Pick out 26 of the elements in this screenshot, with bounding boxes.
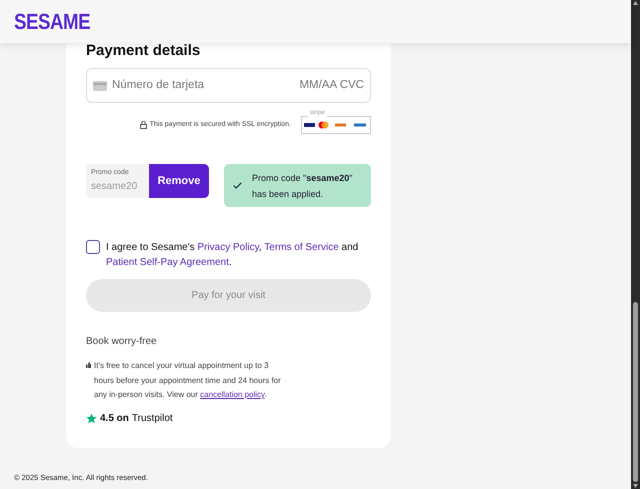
card-number-field[interactable]: Número de tarjeta MM/AA CVC [86,68,371,103]
rating-score: 4.5 on [100,412,129,426]
promo-applied-message: Promo code "sesame20" has been applied. [252,172,354,201]
thumbs-up-icon [86,362,91,368]
scroll-down-icon[interactable] [633,484,638,488]
section-title: Book worry-free [86,335,158,349]
logo[interactable]: SESAME [14,5,90,38]
card-number-placeholder: Número de tarjeta [112,78,206,93]
card-icon [93,80,107,90]
policy-link[interactable]: Terms of Service [264,242,339,253]
policy-link[interactable]: Privacy Policy [197,242,259,253]
check-icon [233,182,242,189]
expiry-cvc-placeholder: MM/AA CVC [299,78,364,93]
lock-icon [140,121,147,129]
card-brand-logos-icon [304,121,368,129]
star-icon [86,412,97,424]
scrollbar-thumb[interactable] [633,302,638,482]
section-title: Payment details [86,41,202,61]
scrollbar[interactable] [631,0,640,489]
agree-checkbox[interactable] [86,240,100,254]
policy-link[interactable]: Patient Self-Pay Agreement [106,257,229,268]
cancellation-policy-link[interactable]: cancellation policy [200,390,264,399]
scroll-up-icon[interactable] [633,1,638,5]
cancellation-text: It's free to cancel your virtual appointment up to 3 hours before your appointment time and 24 hours for any in-person visits. View our cancellation policy. [94,360,282,401]
agreement-text: I agree to Sesame's Privacy Policy, Terms of Service and Patient Self-Pay Agreement. [106,241,360,270]
rating-source: Trustpilot [132,412,173,426]
